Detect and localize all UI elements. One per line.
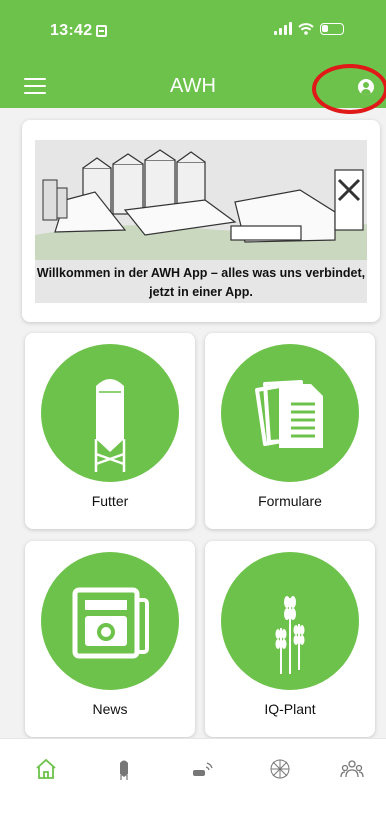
silo-icon	[94, 379, 126, 472]
tile-icon-circle	[221, 552, 359, 690]
tile-icon-circle	[41, 344, 179, 482]
wifi-icon	[298, 22, 314, 35]
silo-icon	[120, 760, 128, 780]
nav-home[interactable]	[34, 757, 58, 781]
cellular-signal-icon	[274, 22, 292, 35]
tile-icon-circle	[221, 344, 359, 482]
notification-icon	[96, 25, 108, 37]
app-bar: AWH	[0, 66, 386, 108]
nav-sensor[interactable]	[190, 757, 214, 781]
newspaper-camera-icon	[72, 587, 149, 659]
app-title: AWH	[170, 75, 216, 97]
network-icon	[270, 759, 290, 779]
documents-icon	[255, 380, 323, 448]
wheat-icon	[275, 596, 305, 674]
profile-icon[interactable]	[358, 79, 374, 95]
welcome-banner-image: Willkommen in der AWH App – alles was un…	[35, 140, 367, 303]
status-time-text: 13:42	[50, 22, 93, 39]
tile-label: IQ-Plant	[264, 701, 316, 717]
home-icon	[36, 758, 56, 779]
nav-network[interactable]	[268, 757, 292, 781]
tile-futter[interactable]: Futter	[25, 333, 195, 529]
farm-illustration	[35, 149, 367, 260]
bottom-nav	[0, 738, 386, 826]
tile-iq-plant[interactable]: IQ-Plant	[205, 541, 375, 737]
welcome-text: Willkommen in der AWH App – alles was un…	[36, 266, 366, 299]
sensor-signal-icon	[193, 762, 213, 776]
welcome-card: Willkommen in der AWH App – alles was un…	[22, 120, 380, 322]
tile-label: Formulare	[258, 493, 322, 509]
status-time: 13:42	[50, 22, 108, 40]
status-bar: 13:42	[0, 0, 386, 66]
group-icon	[340, 760, 364, 778]
nav-futter[interactable]	[112, 757, 136, 781]
tile-news[interactable]: News	[25, 541, 195, 737]
battery-icon	[320, 22, 344, 35]
tile-icon-circle	[41, 552, 179, 690]
status-indicators	[274, 22, 344, 35]
tile-label: News	[92, 701, 128, 717]
tile-formulare[interactable]: Formulare	[205, 333, 375, 529]
tile-label: Futter	[91, 493, 129, 509]
nav-group[interactable]	[340, 757, 364, 781]
